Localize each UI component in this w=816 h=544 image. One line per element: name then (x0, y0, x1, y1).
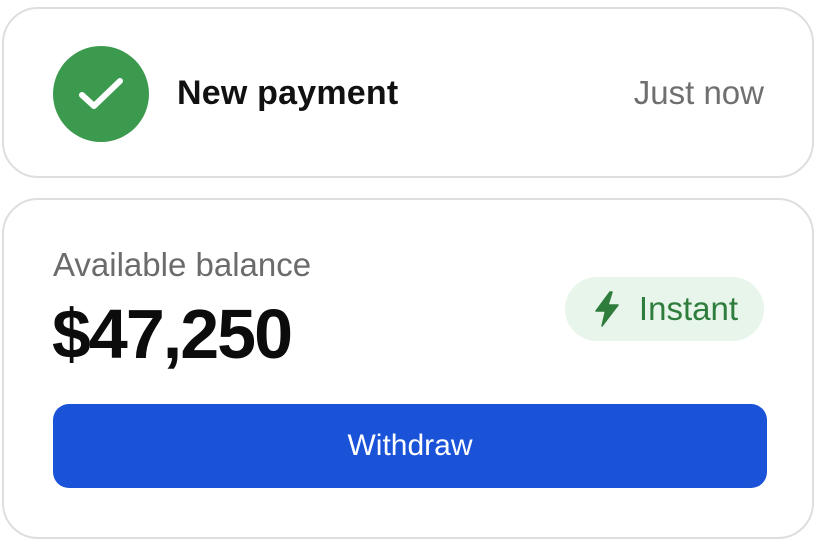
payment-notification-card[interactable]: New payment Just now (2, 7, 814, 178)
withdraw-button[interactable]: Withdraw (53, 404, 767, 488)
check-icon (53, 46, 149, 142)
page: New payment Just now Available balance $… (0, 0, 816, 544)
notification-title: New payment (177, 74, 399, 112)
balance-card: Available balance $47,250 Instant Withdr… (2, 198, 814, 539)
instant-badge: Instant (564, 277, 764, 341)
lightning-icon (593, 291, 621, 327)
balance-amount: $47,250 (52, 295, 293, 373)
instant-badge-label: Instant (638, 290, 738, 327)
balance-label: Available balance (53, 246, 312, 283)
notification-timestamp: Just now (633, 74, 764, 111)
